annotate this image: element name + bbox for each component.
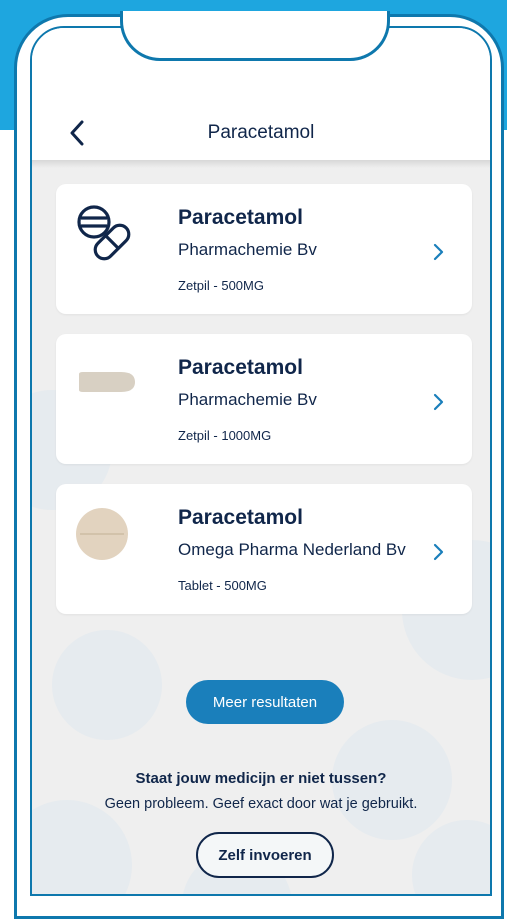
background-decoration [32, 800, 132, 894]
chevron-right-icon [433, 243, 444, 261]
chevron-right-icon [433, 393, 444, 411]
results-list[interactable]: Paracetamol Pharmachemie Bv Zetpil - 500… [32, 160, 490, 894]
manual-entry-button[interactable]: Zelf invoeren [196, 832, 334, 878]
more-results-button[interactable]: Meer resultaten [186, 680, 344, 724]
dosage-form: Zetpil - 1000MG [178, 428, 272, 443]
manufacturer: Pharmachemie Bv [178, 240, 317, 259]
not-found-text: Geen probleem. Geef exact door wat je ge… [104, 796, 418, 812]
tablet-image [76, 508, 128, 560]
pills-icon [77, 205, 131, 261]
app-screen: Paracetamol Paracetamol Pharmachemie Bv … [30, 26, 492, 896]
dosage-form: Zetpil - 500MG [178, 278, 264, 293]
suppository-image [79, 372, 135, 392]
phone-notch [120, 11, 390, 61]
result-card[interactable]: Paracetamol Pharmachemie Bv Zetpil - 100… [56, 334, 472, 464]
header-shadow [32, 160, 490, 168]
medicine-name: Paracetamol [178, 506, 303, 529]
manufacturer: Omega Pharma Nederland Bv [178, 540, 406, 559]
result-card[interactable]: Paracetamol Omega Pharma Nederland Bv Ta… [56, 484, 472, 614]
manufacturer: Pharmachemie Bv [178, 390, 317, 409]
dosage-form: Tablet - 500MG [178, 578, 267, 593]
page-title: Paracetamol [207, 122, 315, 143]
not-found-title: Staat jouw medicijn er niet tussen? [135, 770, 387, 787]
medicine-name: Paracetamol [178, 356, 303, 379]
medicine-name: Paracetamol [178, 206, 303, 229]
result-card[interactable]: Paracetamol Pharmachemie Bv Zetpil - 500… [56, 184, 472, 314]
background-decoration [52, 630, 162, 740]
chevron-right-icon [433, 543, 444, 561]
background-decoration [412, 820, 490, 894]
